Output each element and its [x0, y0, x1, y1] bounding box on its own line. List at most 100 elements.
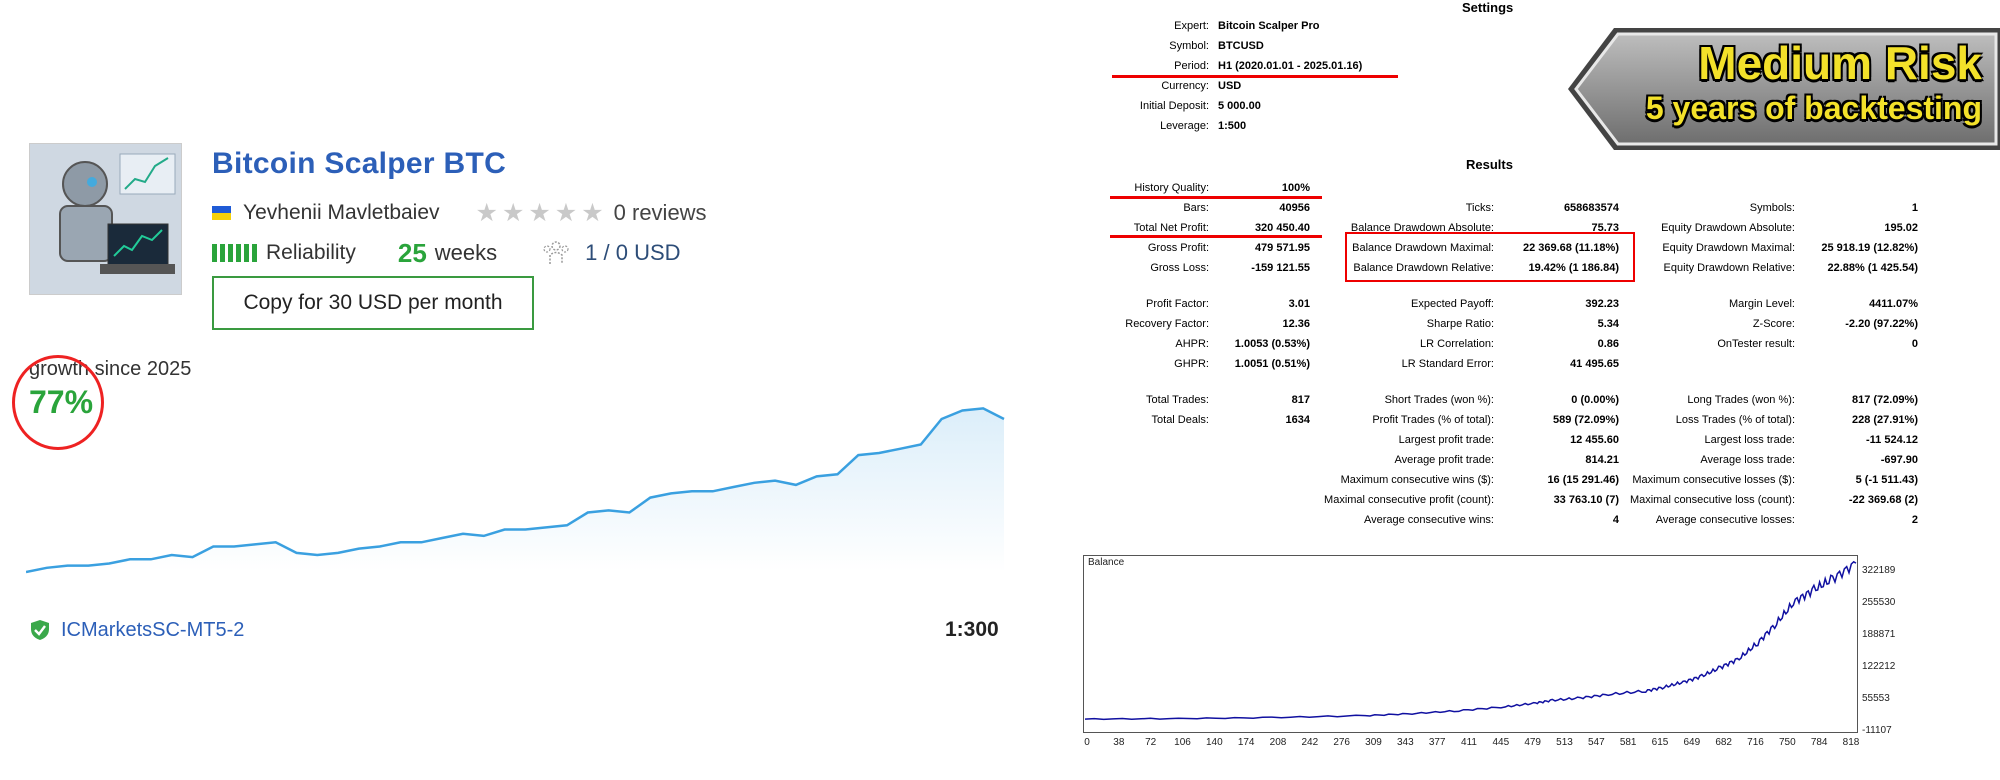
x-tick-label: 106	[1174, 737, 1191, 748]
result-col2-label: Short Trades (won %):	[1384, 394, 1494, 406]
x-tick-label: 716	[1747, 737, 1764, 748]
result-col1-value: 817	[1291, 394, 1310, 406]
result-col1-value: 1.0053 (0.53%)	[1234, 338, 1310, 350]
balance-chart-title: Balance	[1088, 557, 1125, 568]
result-col3-value: -22 369.68 (2)	[1848, 494, 1918, 506]
growth-area	[26, 408, 1004, 572]
y-tick-label: 322189	[1862, 565, 1896, 576]
reviews-link[interactable]: 0 reviews	[614, 200, 707, 226]
result-col3-value: -697.90	[1880, 454, 1918, 466]
result-col1-label: Total Net Profit:	[1133, 222, 1209, 234]
star-icon: ★	[581, 198, 604, 227]
signal-avatar[interactable]	[29, 143, 182, 295]
result-col3-label: Largest loss trade:	[1704, 434, 1796, 446]
result-col1-label: Profit Factor:	[1146, 298, 1209, 310]
settings-row-label: Leverage:	[1160, 120, 1209, 132]
result-col2-value: 5.34	[1597, 318, 1619, 330]
settings-row-value: BTCUSD	[1218, 40, 1264, 52]
result-col1-value: 40956	[1279, 202, 1310, 214]
result-col3-label: Equity Drawdown Relative:	[1663, 262, 1795, 274]
result-col2-label: Average consecutive wins:	[1363, 514, 1494, 526]
x-tick-label: 343	[1396, 737, 1414, 748]
result-col2-label: Ticks:	[1465, 202, 1494, 214]
result-col1-label: Total Trades:	[1146, 394, 1209, 406]
history-quality-underline	[1110, 196, 1322, 199]
shield-check-icon	[31, 620, 49, 640]
x-tick-label: 581	[1619, 737, 1637, 748]
result-col1-label: Total Deals:	[1151, 414, 1209, 426]
x-tick-label: 377	[1428, 737, 1446, 748]
result-col2-label: LR Standard Error:	[1401, 358, 1494, 370]
x-tick-label: 242	[1301, 737, 1319, 748]
x-tick-label: 615	[1651, 737, 1669, 748]
result-col3-label: Maximal consecutive loss (count):	[1629, 494, 1795, 506]
subscribers-count: 1 / 0 USD	[585, 240, 681, 265]
rating-stars: ★ ★ ★ ★ ★	[475, 198, 604, 227]
settings-row-label: Symbol:	[1169, 40, 1209, 52]
x-tick-label: 445	[1492, 737, 1510, 748]
result-col3-value: 228 (27.91%)	[1851, 414, 1918, 426]
y-tick-label: 122212	[1862, 661, 1896, 672]
growth-chart[interactable]	[26, 392, 1006, 582]
settings-row-value: USD	[1218, 80, 1242, 92]
result-col3-label: Loss Trades (% of total):	[1675, 414, 1795, 426]
y-tick-label: 55553	[1862, 693, 1890, 704]
result-col3-value: 2	[1911, 514, 1918, 526]
x-tick-label: 513	[1556, 737, 1573, 748]
drawdown-highlight-box	[1345, 232, 1635, 282]
result-col1-value: 320 450.40	[1254, 222, 1310, 234]
y-tick-label: 188871	[1862, 629, 1896, 640]
result-col2-value: 41 495.65	[1570, 358, 1619, 370]
result-col1-value: 479 571.95	[1254, 242, 1310, 254]
results-title: Results	[1466, 157, 1513, 172]
result-col3-label: Equity Drawdown Absolute:	[1661, 222, 1795, 234]
reliability-row: Reliability 25 weeks 1 / 0 USD	[212, 238, 681, 268]
settings-row-value: Bitcoin Scalper Pro	[1218, 20, 1320, 32]
result-col1-value: 3.01	[1288, 298, 1310, 310]
reliability-bars-icon	[212, 244, 257, 262]
subscribers-icon	[543, 241, 569, 264]
result-col2-label: Largest profit trade:	[1398, 434, 1494, 446]
broker-row[interactable]: ICMarketsSC-MT5-2	[29, 617, 244, 643]
badge-years-label: 5 years of backtesting	[1645, 90, 1982, 126]
result-col3-value: 22.88% (1 425.54)	[1827, 262, 1918, 274]
result-col3-label: Average consecutive losses:	[1655, 514, 1795, 526]
result-col3-label: Z-Score:	[1752, 318, 1795, 330]
result-col2-value: 814.21	[1585, 454, 1619, 466]
x-tick-label: 479	[1524, 737, 1541, 748]
x-tick-label: 276	[1333, 737, 1350, 748]
result-col2-value: 0 (0.00%)	[1571, 394, 1619, 406]
broker-name[interactable]: ICMarketsSC-MT5-2	[61, 619, 244, 642]
balance-line	[1084, 560, 1857, 721]
risk-badge: Medium Risk 5 years of backtesting	[1566, 26, 2000, 152]
signal-title[interactable]: Bitcoin Scalper BTC	[212, 147, 506, 181]
result-col1-value: 12.36	[1282, 318, 1310, 330]
star-icon: ★	[501, 198, 525, 227]
result-col2-label: Average profit trade:	[1394, 454, 1494, 466]
x-tick-label: 411	[1461, 737, 1477, 748]
settings-row-label: Expert:	[1174, 20, 1209, 32]
y-tick-label: 255530	[1862, 597, 1896, 608]
result-col3-label: Equity Drawdown Maximal:	[1662, 242, 1795, 254]
x-tick-label: 547	[1587, 737, 1605, 748]
result-col2-label: Maximal consecutive profit (count):	[1324, 494, 1494, 506]
settings-row-label: Period:	[1174, 60, 1209, 72]
x-tick-label: 208	[1269, 737, 1287, 748]
robot-image-icon	[30, 144, 181, 294]
x-tick-label: 682	[1715, 737, 1732, 748]
copy-subscribe-button[interactable]: Copy for 30 USD per month	[212, 276, 534, 330]
result-col2-label: LR Correlation:	[1420, 338, 1494, 350]
result-col1-label: AHPR:	[1175, 338, 1209, 350]
result-col2-label: Profit Trades (% of total):	[1372, 414, 1494, 426]
result-col3-label: Margin Level:	[1728, 298, 1795, 310]
x-tick-label: 649	[1683, 737, 1701, 748]
result-col2-value: 33 763.10 (7)	[1553, 494, 1619, 506]
star-icon: ★	[475, 198, 498, 227]
result-col2-label: Sharpe Ratio:	[1426, 318, 1494, 330]
badge-risk-label: Medium Risk	[1698, 37, 1982, 89]
result-col2-value: 658683574	[1563, 202, 1619, 214]
result-col2-value: 392.23	[1585, 298, 1619, 310]
author-name[interactable]: Yevhenii Mavletbaiev	[243, 201, 440, 225]
result-col3-value: 4411.07%	[1869, 298, 1918, 310]
x-tick-label: 750	[1778, 737, 1796, 748]
